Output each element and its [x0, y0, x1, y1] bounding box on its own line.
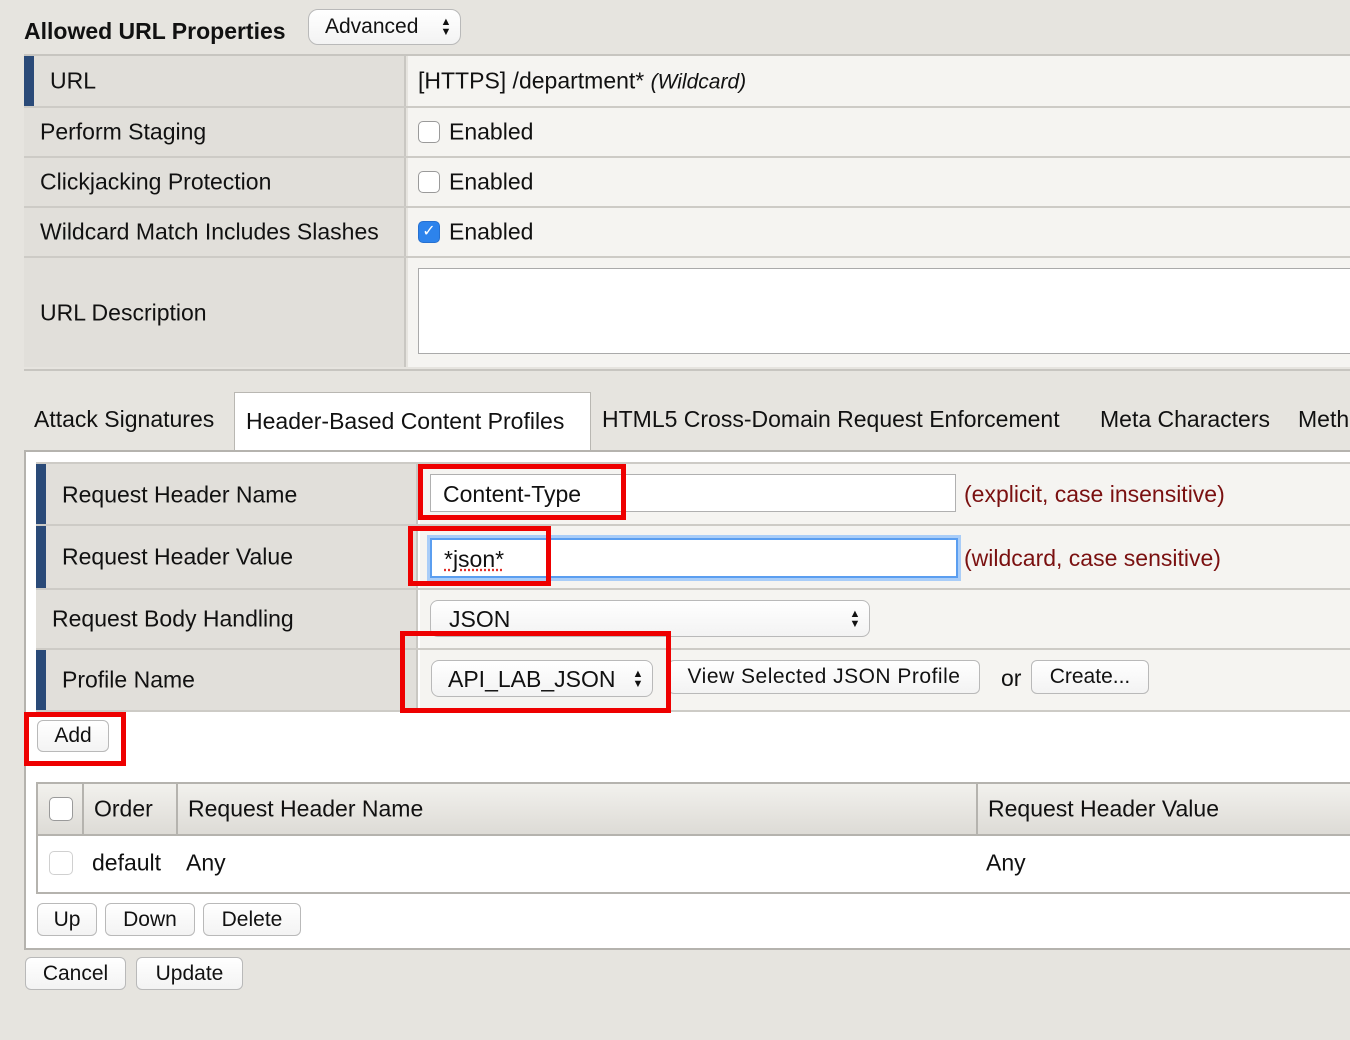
body-handling-value: JSON — [449, 606, 511, 632]
property-label: URL Description — [40, 299, 207, 325]
tab-methods[interactable]: Meth — [1298, 406, 1349, 433]
wildcard-slashes-checkbox[interactable]: ✓ — [418, 221, 440, 243]
property-row-url: URL [HTTPS] /department* (Wildcard) — [24, 56, 1350, 106]
mode-select-value: Advanced — [325, 15, 419, 38]
url-type-note: (Wildcard) — [650, 70, 747, 94]
property-label: Perform Staging — [40, 118, 207, 145]
property-row-wildcard-slashes: Wildcard Match Includes Slashes ✓ Enable… — [24, 208, 1350, 256]
property-row-clickjacking: Clickjacking Protection Enabled — [24, 158, 1350, 206]
select-all-checkbox[interactable] — [49, 797, 73, 821]
perform-staging-checkbox[interactable] — [418, 121, 440, 143]
form-label: Request Body Handling — [52, 605, 294, 632]
checkbox-label: Enabled — [449, 118, 534, 145]
row-header-value: Any — [986, 849, 1026, 876]
required-marker — [36, 526, 46, 588]
form-label: Request Header Value — [62, 543, 293, 570]
tab-attack-signatures[interactable]: Attack Signatures — [34, 406, 214, 433]
cancel-button[interactable]: Cancel — [25, 957, 126, 990]
required-marker — [36, 464, 46, 526]
checkmark-icon: ✓ — [422, 223, 436, 240]
tab-meta-characters[interactable]: Meta Characters — [1100, 406, 1270, 433]
highlight-profile-name — [400, 631, 671, 713]
delete-button[interactable]: Delete — [203, 903, 301, 936]
create-profile-button[interactable]: Create... — [1031, 660, 1149, 694]
header-name-hint: (explicit, case insensitive) — [964, 481, 1225, 507]
properties-table: URL [HTTPS] /department* (Wildcard) Perf… — [24, 54, 1350, 371]
highlight-header-name — [418, 464, 626, 520]
tab-header-based-content-profiles[interactable]: Header-Based Content Profiles — [246, 408, 564, 435]
tab-html5-cross-domain[interactable]: HTML5 Cross-Domain Request Enforcement — [602, 406, 1060, 433]
property-label: Wildcard Match Includes Slashes — [40, 218, 379, 245]
view-json-profile-button[interactable]: View Selected JSON Profile — [668, 660, 980, 694]
property-row-description: URL Description — [24, 258, 1350, 367]
required-marker — [36, 650, 46, 710]
form-label: Profile Name — [62, 666, 195, 693]
select-arrows-icon: ▲ ▼ — [849, 607, 861, 630]
url-value: [HTTPS] /department* (Wildcard) — [418, 67, 747, 94]
column-order[interactable]: Order — [84, 784, 178, 834]
column-request-header-value[interactable]: Request Header Value — [978, 784, 1350, 834]
update-button[interactable]: Update — [136, 957, 243, 990]
row-header-name: Any — [186, 849, 226, 876]
row-order: default — [92, 849, 162, 876]
table-row[interactable]: default Any Any — [38, 836, 1350, 890]
checkbox-label: Enabled — [449, 168, 534, 195]
required-marker — [24, 56, 34, 106]
down-button[interactable]: Down — [105, 903, 195, 936]
header-value-hint: (wildcard, case sensitive) — [964, 545, 1221, 571]
clickjacking-checkbox[interactable] — [418, 171, 440, 193]
select-arrows-icon: ▲ ▼ — [440, 16, 452, 38]
content-profiles-table: Order Request Header Name Request Header… — [36, 782, 1350, 894]
mode-select[interactable]: Advanced ▲ ▼ — [308, 9, 461, 45]
column-request-header-name[interactable]: Request Header Name — [178, 784, 978, 834]
form-label: Request Header Name — [62, 481, 298, 508]
up-button[interactable]: Up — [37, 903, 97, 936]
row-checkbox[interactable] — [49, 851, 73, 875]
url-description-textarea[interactable] — [418, 268, 1350, 354]
highlight-header-value — [408, 526, 551, 586]
checkbox-label: Enabled — [449, 218, 534, 245]
property-row-staging: Perform Staging Enabled — [24, 108, 1350, 156]
table-header: Order Request Header Name Request Header… — [38, 784, 1350, 836]
property-label: Clickjacking Protection — [40, 168, 272, 195]
property-label: URL — [50, 67, 97, 94]
or-text: or — [1001, 665, 1022, 691]
page-title: Allowed URL Properties — [24, 18, 286, 44]
highlight-add-button — [24, 712, 126, 766]
